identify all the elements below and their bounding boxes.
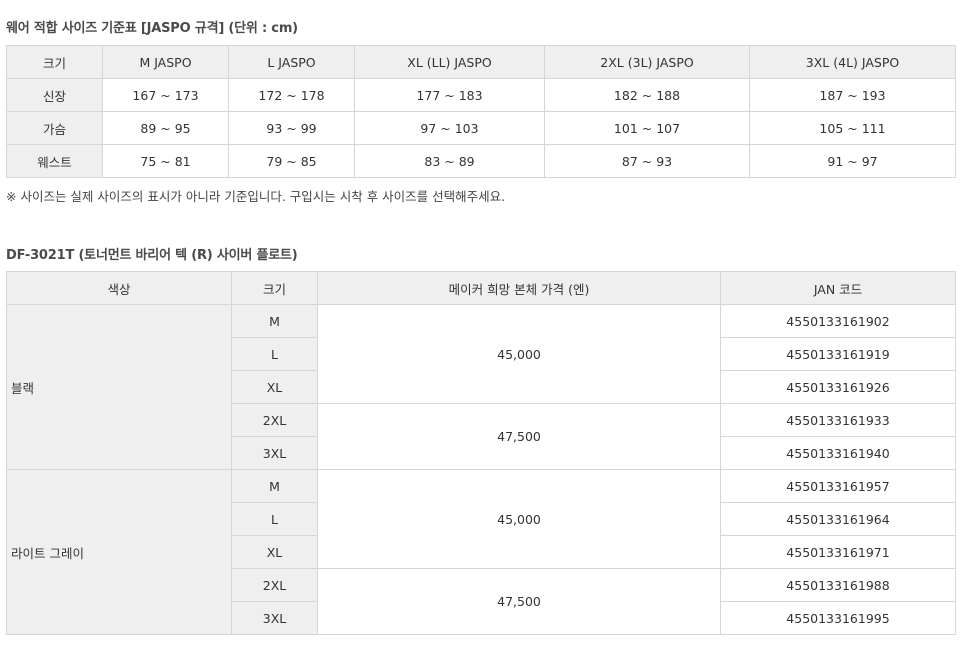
table-row: 웨스트 75 ~ 81 79 ~ 85 83 ~ 89 87 ~ 93 91 ~… (6, 144, 956, 178)
price-cell: 45,000 (317, 469, 721, 569)
size-header-cell: 2XL (3L) JASPO (544, 45, 750, 79)
product-header-cell: 메이커 희망 본체 가격 (엔) (317, 271, 721, 305)
measure-value: 91 ~ 97 (749, 144, 956, 178)
measure-value: 79 ~ 85 (228, 144, 355, 178)
table-row: 신장 167 ~ 173 172 ~ 178 177 ~ 183 182 ~ 1… (6, 78, 956, 112)
measure-value: 87 ~ 93 (544, 144, 750, 178)
jan-code: 4550133161940 (720, 436, 956, 470)
size-chart-table: 크기 M JASPO L JASPO XL (LL) JASPO 2XL (3L… (6, 45, 956, 178)
product-header-cell: 색상 (6, 271, 232, 305)
product-header-row: 색상 크기 메이커 희망 본체 가격 (엔) JAN 코드 (6, 271, 956, 305)
jan-code: 4550133161988 (720, 568, 956, 602)
measure-label: 웨스트 (6, 144, 103, 178)
measure-value: 89 ~ 95 (102, 111, 229, 145)
measure-value: 93 ~ 99 (228, 111, 355, 145)
size-header-cell: 크기 (6, 45, 103, 79)
table-row: 가슴 89 ~ 95 93 ~ 99 97 ~ 103 101 ~ 107 10… (6, 111, 956, 145)
price-cell: 47,500 (317, 568, 721, 635)
size-chart-note: ※ 사이즈는 실제 사이즈의 표시가 아니라 기준입니다. 구입시는 시착 후 … (6, 189, 506, 204)
measure-label: 가슴 (6, 111, 103, 145)
measure-value: 83 ~ 89 (354, 144, 545, 178)
size-header-cell: M JASPO (102, 45, 229, 79)
price-cell: 45,000 (317, 304, 721, 404)
size-header-cell: 3XL (4L) JASPO (749, 45, 956, 79)
measure-label: 신장 (6, 78, 103, 112)
measure-value: 182 ~ 188 (544, 78, 750, 112)
color-name: 라이트 그레이 (6, 469, 232, 635)
size-cell: XL (231, 370, 318, 404)
color-name: 블랙 (6, 304, 232, 470)
size-cell: 2XL (231, 568, 318, 602)
size-cell: L (231, 502, 318, 536)
measure-value: 75 ~ 81 (102, 144, 229, 178)
jan-code: 4550133161957 (720, 469, 956, 503)
product-header-cell: JAN 코드 (720, 271, 956, 305)
jan-code: 4550133161919 (720, 337, 956, 371)
jan-code: 4550133161964 (720, 502, 956, 536)
size-cell: 3XL (231, 601, 318, 635)
measure-value: 187 ~ 193 (749, 78, 956, 112)
jan-code: 4550133161902 (720, 304, 956, 338)
size-chart-header-row: 크기 M JASPO L JASPO XL (LL) JASPO 2XL (3L… (6, 45, 956, 79)
measure-value: 101 ~ 107 (544, 111, 750, 145)
size-header-cell: L JASPO (228, 45, 355, 79)
price-cell: 47,500 (317, 403, 721, 470)
measure-value: 167 ~ 173 (102, 78, 229, 112)
product-header-cell: 크기 (231, 271, 318, 305)
product-title: DF-3021T (토너먼트 바리어 텍 (R) 사이버 플로트) (6, 248, 298, 263)
table-row: 블랙 M 45,000 4550133161902 (6, 304, 956, 470)
size-cell: M (231, 304, 318, 338)
size-cell: M (231, 469, 318, 503)
table-row: 라이트 그레이 M 45,000 4550133161957 (6, 469, 956, 635)
measure-value: 177 ~ 183 (354, 78, 545, 112)
jan-code: 4550133161926 (720, 370, 956, 404)
size-cell: 3XL (231, 436, 318, 470)
size-cell: XL (231, 535, 318, 569)
product-table: 색상 크기 메이커 희망 본체 가격 (엔) JAN 코드 블랙 M 45,00… (6, 271, 956, 635)
measure-value: 97 ~ 103 (354, 111, 545, 145)
size-chart-title: 웨어 적합 사이즈 기준표 [JASPO 규격] (단위 : cm) (6, 21, 298, 36)
size-header-cell: XL (LL) JASPO (354, 45, 545, 79)
size-cell: L (231, 337, 318, 371)
jan-code: 4550133161971 (720, 535, 956, 569)
measure-value: 172 ~ 178 (228, 78, 355, 112)
jan-code: 4550133161933 (720, 403, 956, 437)
measure-value: 105 ~ 111 (749, 111, 956, 145)
jan-code: 4550133161995 (720, 601, 956, 635)
size-cell: 2XL (231, 403, 318, 437)
